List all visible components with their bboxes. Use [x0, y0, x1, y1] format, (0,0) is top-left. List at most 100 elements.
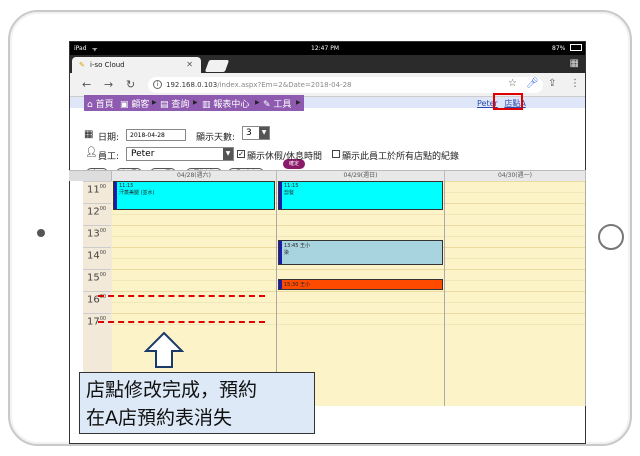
menu-item-query[interactable]: ▤ 查詢: [160, 97, 189, 110]
days-label: 顯示天數:: [196, 133, 236, 143]
menu-item-tools[interactable]: ✎ 工具: [263, 97, 291, 110]
grid-line: [277, 214, 444, 215]
grid-line: [445, 203, 585, 204]
grid-line: [277, 291, 444, 292]
hour-label: 1200: [83, 203, 111, 225]
more-menu-icon[interactable]: ⋮: [570, 78, 580, 89]
grid-line: [112, 280, 276, 281]
appointment-marker: [279, 279, 282, 289]
grid-line: [445, 258, 585, 259]
appointment-block[interactable]: 13:45 王小染: [278, 240, 443, 265]
calendar-grid: 04/28(週六) 04/29(週日) 04/30(週一) 1100 1200 13…: [69, 170, 586, 406]
store-link-highlight: [493, 93, 523, 110]
reload-icon[interactable]: ↻: [126, 78, 135, 91]
ipad-frame: iPad ᯤ 12:47 PM 87% ✎ i-so Cloud ✕ ▦ ← →…: [8, 10, 632, 446]
chevron-right-icon: ▶: [255, 99, 260, 106]
status-bar: iPad ᯤ 12:47 PM 87%: [70, 42, 585, 55]
callout-line-1: 店點修改完成，預約: [86, 379, 258, 401]
grid-line: [445, 181, 585, 182]
menu-item-customers[interactable]: ▣ 顧客: [120, 97, 149, 110]
address-bar[interactable]: i 192.168.0.103/index.aspx?Em=2&Date=201…: [148, 77, 543, 93]
share-icon[interactable]: ⇪: [548, 78, 556, 89]
appointment-marker: [279, 182, 282, 209]
chevron-down-icon: ▼: [223, 148, 233, 160]
close-tab-icon[interactable]: ✕: [186, 60, 193, 69]
clock: 12:47 PM: [311, 45, 339, 52]
grid-line: [445, 313, 585, 314]
day-header: 04/29(週日): [277, 171, 445, 181]
info-icon[interactable]: i: [153, 80, 162, 89]
url-path: /index.aspx?Em=2&Date=2018-04-28: [217, 81, 352, 89]
tab-bar: ✎ i-so Cloud ✕ ▦: [70, 55, 585, 73]
battery-icon: [570, 44, 582, 51]
appointment-block[interactable]: 15:30 王小: [278, 278, 443, 290]
up-arrow-icon: [144, 331, 184, 368]
chevron-right-icon: ▶: [193, 99, 198, 106]
grid-line: [112, 225, 276, 226]
show-all-stores-label: 顯示此員工於所有店點的紀錄: [342, 152, 460, 162]
grid-line: [112, 291, 276, 292]
hour-label: 1300: [83, 225, 111, 247]
date-label: 日期:: [98, 133, 120, 143]
appointment-text: 11:15 剪髮: [284, 183, 299, 196]
appointment-marker: [279, 241, 282, 264]
browser-tab[interactable]: ✎ i-so Cloud ✕: [72, 57, 201, 73]
appointment-text: 15:30 王小: [284, 281, 310, 288]
date-field[interactable]: 2018-04-28: [126, 129, 186, 141]
days-select[interactable]: 3 ▼: [242, 126, 270, 140]
grid-line: [277, 324, 444, 325]
menu-item-home[interactable]: ⌂ 首頁: [87, 97, 114, 110]
camera-dot: [37, 229, 45, 237]
appointment-block[interactable]: 11:15 剪髮: [278, 181, 443, 210]
appointment-text: 11:15 汗蒸美腿 (並水): [119, 183, 155, 196]
calendar-corner: [69, 171, 112, 181]
callout-line-2: 在A店預約表消失: [86, 407, 232, 429]
wifi-icon: ᯤ: [92, 46, 98, 53]
day-header: 04/30(週一): [445, 171, 586, 181]
main-menu: ⌂ 首頁 ▣ 顧客 ▶ ▤ 查詢 ▶ ▥ 報表中心 ▶ ✎ 工具 ▶: [84, 95, 304, 111]
tab-grid-icon[interactable]: ▦: [570, 58, 579, 69]
battery-percent: 87%: [552, 45, 566, 52]
hour-label: 1400: [83, 247, 111, 269]
back-icon[interactable]: ←: [82, 78, 91, 91]
grid-line: [445, 280, 585, 281]
grid-line: [112, 214, 276, 215]
show-leave-label: 顯示休假/休息時間: [247, 152, 323, 162]
grid-line: [445, 269, 585, 270]
bookmark-star-icon[interactable]: ☆: [508, 78, 517, 89]
show-all-stores-checkbox[interactable]: [332, 150, 340, 158]
mic-icon[interactable]: 🎤︎: [526, 78, 539, 89]
day-header: 04/28(週六): [112, 171, 277, 181]
home-button[interactable]: [598, 224, 624, 250]
forward-icon[interactable]: →: [104, 78, 113, 91]
appointment-marker: [114, 182, 117, 209]
grid-line: [445, 192, 585, 193]
hour-label: 1500: [83, 269, 111, 291]
grid-line: [445, 214, 585, 215]
appointment-block[interactable]: 11:15 汗蒸美腿 (並水): [113, 181, 275, 210]
grid-line: [445, 236, 585, 237]
chevron-right-icon: ▶: [152, 99, 157, 106]
staff-select[interactable]: Peter ▼: [126, 147, 234, 161]
grid-line: [112, 258, 276, 259]
tab-title: i-so Cloud: [90, 61, 125, 69]
grid-line: [277, 269, 444, 270]
calendar-icon: ▦: [84, 129, 94, 140]
day-column[interactable]: [445, 181, 586, 406]
grid-line: [277, 236, 444, 237]
grid-line: [445, 291, 585, 292]
grid-line: [277, 302, 444, 303]
new-tab-button[interactable]: [204, 60, 230, 72]
grid-line: [277, 313, 444, 314]
grid-line: [445, 247, 585, 248]
favicon-icon: ✎: [79, 61, 85, 69]
removed-appointment-outline: [98, 295, 265, 323]
hour-label: 1100: [83, 181, 111, 203]
grid-line: [445, 302, 585, 303]
grid-line: [445, 225, 585, 226]
menu-item-reports[interactable]: ▥ 報表中心: [202, 97, 249, 110]
chevron-down-icon: ▼: [259, 127, 269, 139]
show-leave-checkbox[interactable]: ✓: [237, 150, 245, 158]
grid-line: [277, 225, 444, 226]
appointment-text: 13:45 王小染: [284, 243, 310, 257]
